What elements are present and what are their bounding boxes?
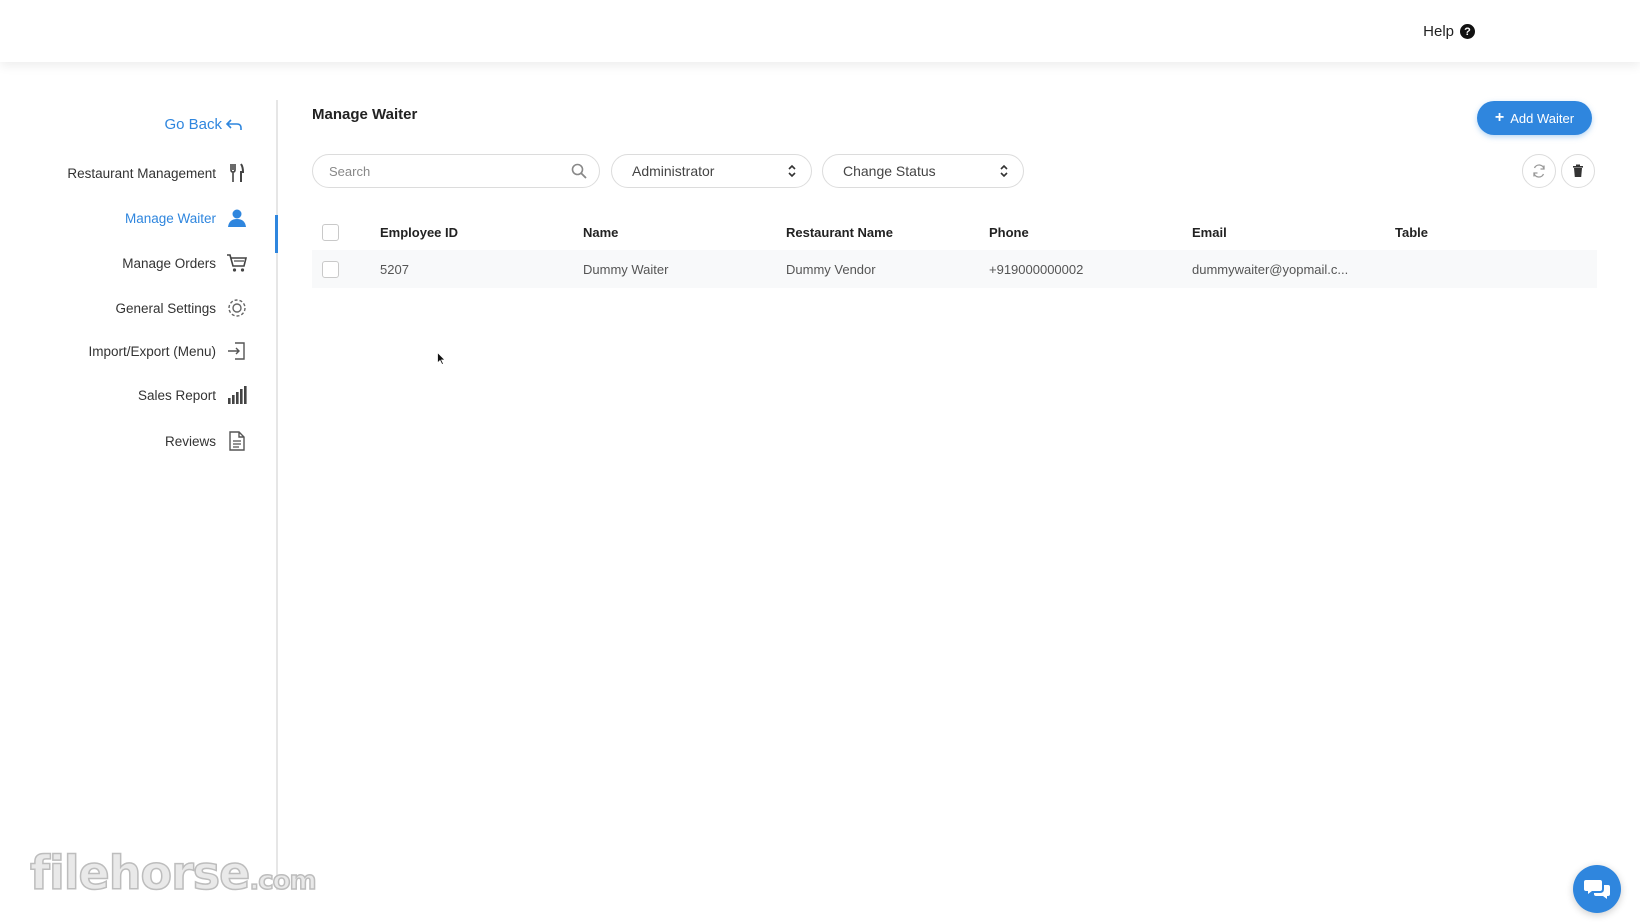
column-header[interactable]: Phone (989, 225, 1192, 240)
mouse-cursor-icon (437, 352, 446, 365)
sidebar-item-label: Manage Waiter (124, 210, 216, 226)
cart-icon (226, 252, 248, 274)
name-cell: Dummy Waiter (583, 261, 669, 277)
sidebar-item-restaurant-management[interactable]: Restaurant Management (67, 162, 248, 184)
sidebar: Go Back Restaurant Management Manage Wai… (0, 100, 278, 890)
sidebar-item-label: Sales Report (137, 387, 216, 403)
add-waiter-button[interactable]: + Add Waiter (1477, 101, 1592, 135)
sidebar-item-import-export[interactable]: Import/Export (Menu) (88, 340, 248, 362)
sort-arrows-icon (1000, 164, 1008, 178)
help-link[interactable]: Help ? (1423, 23, 1475, 40)
table-row[interactable]: 5207 Dummy Waiter Dummy Vendor +91900000… (312, 250, 1597, 288)
add-waiter-label: Add Waiter (1510, 110, 1575, 126)
role-select-value: Administrator (632, 163, 715, 179)
table-header-row: Employee ID Name Restaurant Name Phone E… (312, 214, 1597, 250)
role-select[interactable]: Administrator (611, 154, 812, 188)
go-back-link[interactable]: Go Back (164, 116, 242, 133)
employee-id-cell: 5207 (380, 261, 409, 277)
sidebar-item-label: Reviews (164, 433, 216, 449)
sort-arrows-icon (788, 164, 796, 178)
refresh-button[interactable] (1522, 154, 1556, 188)
sidebar-item-label: General Settings (115, 300, 216, 316)
sidebar-item-label: Import/Export (Menu) (88, 343, 216, 359)
chat-bubbles-icon (1584, 880, 1610, 899)
question-icon: ? (1460, 24, 1475, 39)
help-label: Help (1423, 23, 1454, 40)
column-header[interactable]: Email (1192, 225, 1395, 240)
row-checkbox[interactable] (322, 260, 339, 278)
page-title: Manage Waiter (312, 106, 418, 123)
search-icon[interactable] (571, 163, 587, 179)
bar-signal-icon (226, 384, 248, 406)
restaurant-name-cell: Dummy Vendor (786, 261, 876, 277)
sidebar-item-general-settings[interactable]: General Settings (115, 297, 248, 319)
user-icon (226, 207, 248, 229)
email-cell: dummywaiter@yopmail.c... (1192, 261, 1349, 277)
select-all-checkbox[interactable] (322, 223, 339, 241)
back-arrow-icon (226, 118, 242, 130)
search-input[interactable] (327, 162, 571, 180)
sidebar-item-sales-report[interactable]: Sales Report (138, 384, 248, 406)
plus-icon: + (1494, 109, 1505, 126)
active-nav-indicator (275, 215, 278, 253)
go-back-label: Go Back (164, 116, 222, 133)
row-select-cell (312, 260, 380, 278)
document-icon (226, 430, 248, 452)
column-header[interactable]: Restaurant Name (786, 225, 989, 240)
sidebar-item-label: Restaurant Management (67, 165, 216, 181)
utensils-icon (226, 162, 248, 184)
sidebar-item-label: Manage Orders (122, 255, 216, 271)
phone-cell: +919000000002 (989, 261, 1084, 277)
status-select-value: Change Status (843, 163, 936, 179)
refresh-icon (1533, 164, 1545, 178)
top-header: Help ? (0, 0, 1640, 62)
chat-button[interactable] (1573, 865, 1621, 913)
column-header[interactable]: Table (1395, 225, 1597, 240)
status-select[interactable]: Change Status (822, 154, 1024, 188)
trash-icon (1573, 164, 1583, 177)
watermark-logo: filehorse.com (29, 845, 317, 901)
import-icon (226, 340, 248, 362)
sidebar-item-reviews[interactable]: Reviews (165, 430, 248, 452)
select-all-cell (312, 223, 380, 241)
sidebar-item-manage-orders[interactable]: Manage Orders (122, 252, 248, 274)
delete-button[interactable] (1561, 154, 1595, 188)
sidebar-item-manage-waiter[interactable]: Manage Waiter (125, 207, 248, 229)
gear-icon (226, 297, 248, 319)
waiter-table: Employee ID Name Restaurant Name Phone E… (312, 214, 1597, 288)
column-header[interactable]: Name (583, 225, 786, 240)
search-box (312, 154, 600, 188)
column-header[interactable]: Employee ID (380, 225, 583, 240)
